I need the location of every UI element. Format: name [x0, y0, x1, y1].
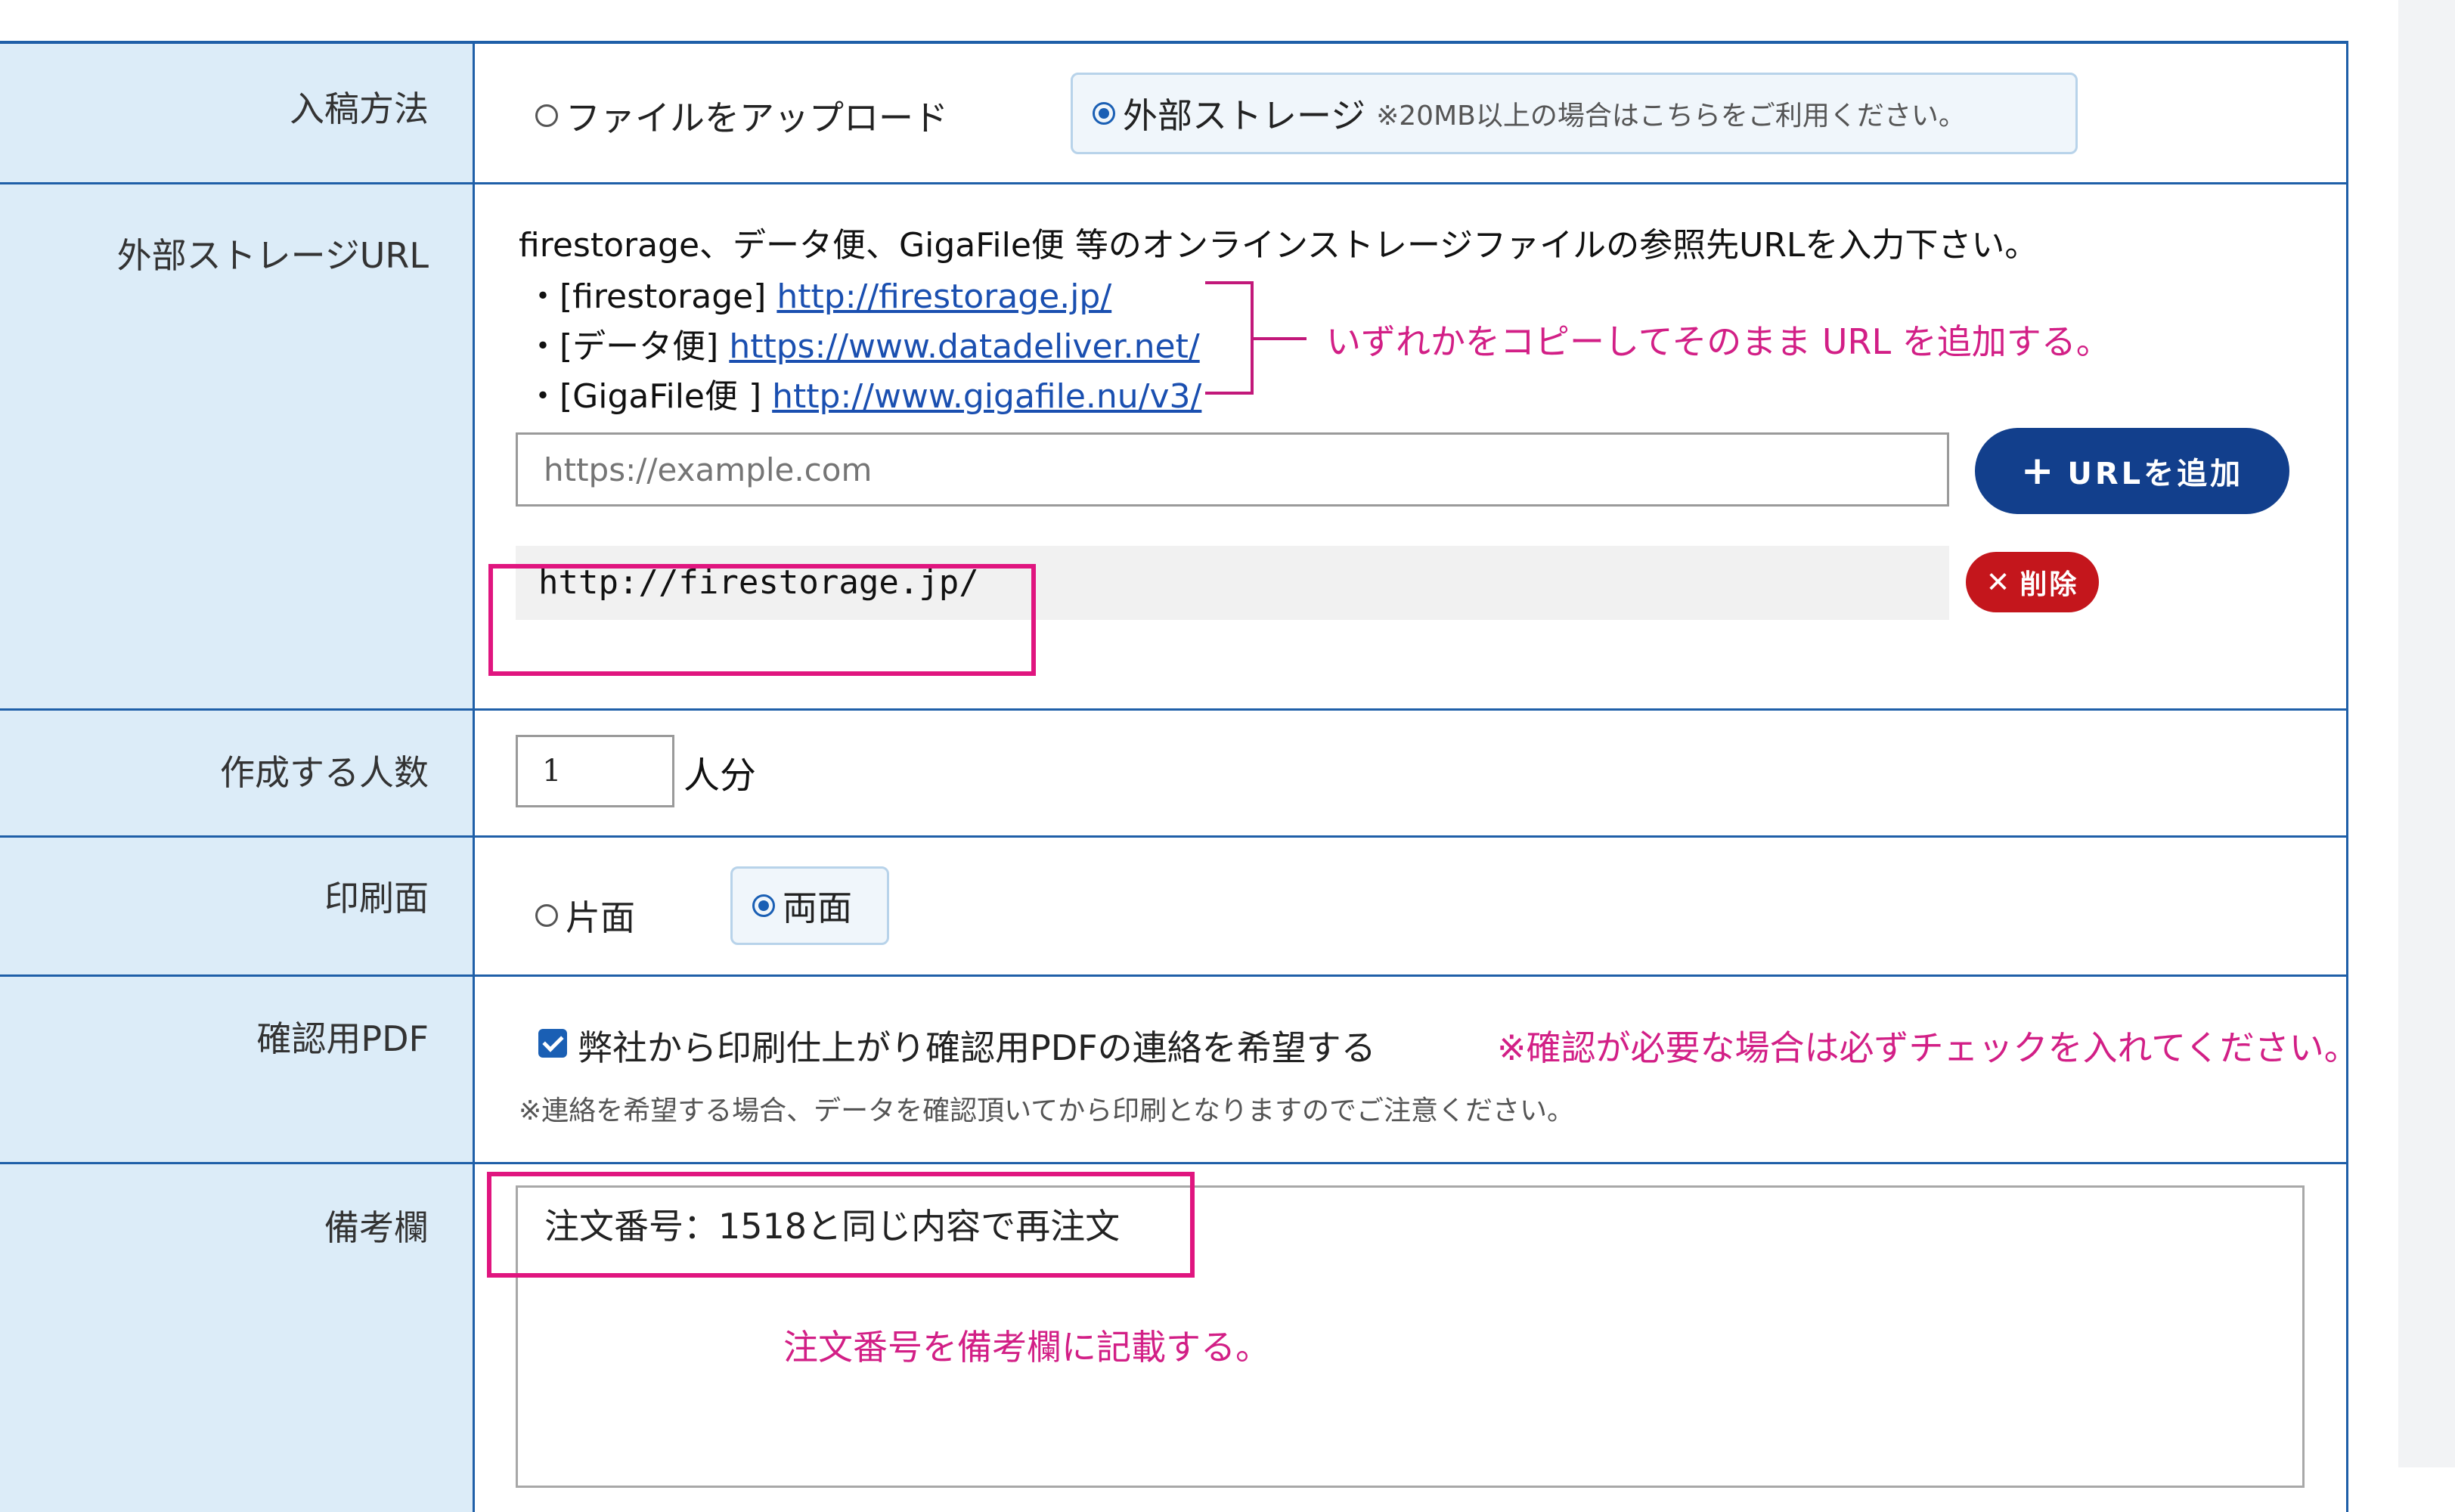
- radio-off-icon: [535, 104, 558, 127]
- confirm-pdf-label: 確認用PDF: [256, 1018, 429, 1059]
- radio-label: 片面: [566, 897, 635, 938]
- external-storage-label: 外部ストレージURL: [116, 235, 429, 276]
- row-upload-method: 入稿方法 ファイルをアップロード 外部ストレージ ※20MB以上の場合はこちらを…: [0, 44, 2348, 184]
- label-cell: 備考欄: [0, 1164, 475, 1512]
- confirm-pdf-checkbox[interactable]: [538, 1029, 567, 1058]
- service-datadeliver: ・[データ便] https://www.datadeliver.net/: [526, 319, 1200, 367]
- service-prefix: ・[データ便]: [526, 327, 730, 366]
- radio-label: ファイルをアップロード: [566, 98, 948, 138]
- row-confirm-pdf: 確認用PDF: [0, 977, 2348, 1164]
- confirm-pdf-checkbox-label[interactable]: 弊社から印刷仕上がり確認用PDFの連絡を希望する: [578, 1021, 1376, 1070]
- delete-url-button[interactable]: ✕ 削除: [1966, 552, 2099, 612]
- people-count-label: 作成する人数: [220, 752, 429, 793]
- label-cell: 入稿方法: [0, 44, 475, 182]
- radio-single-side[interactable]: 片面: [535, 891, 635, 940]
- radio-label: 両面: [783, 888, 852, 928]
- value-cell: 片面 両面: [475, 838, 2348, 974]
- radio-file-upload[interactable]: ファイルをアップロード: [535, 91, 948, 141]
- label-cell: 印刷面: [0, 838, 475, 974]
- service-prefix: ・[GigaFile便 ]: [526, 377, 773, 416]
- label-cell: 作成する人数: [0, 711, 475, 835]
- url-input[interactable]: [516, 432, 1949, 507]
- radio-on-icon: [1093, 102, 1115, 125]
- firestorage-link[interactable]: http://firestorage.jp/: [776, 277, 1111, 316]
- radio-double-side[interactable]: 両面: [730, 866, 889, 945]
- page-gutter: [2398, 0, 2455, 1467]
- radio-on-icon: [752, 894, 775, 917]
- copy-url-annotation: いずれかをコピーしてそのまま URL を追加する。: [1326, 321, 2111, 362]
- gigafile-link[interactable]: http://www.gigafile.nu/v3/: [772, 377, 1201, 416]
- bracket-top: [1205, 281, 1254, 284]
- service-gigafile: ・[GigaFile便 ] http://www.gigafile.nu/v3/: [526, 369, 1201, 417]
- service-firestorage: ・[firestorage] http://firestorage.jp/: [526, 269, 1111, 318]
- added-url-highlight: [488, 564, 1036, 676]
- people-count-unit: 人分: [683, 754, 757, 797]
- delete-label: 削除: [2019, 569, 2079, 600]
- datadeliver-link[interactable]: https://www.datadeliver.net/: [729, 327, 1199, 366]
- radio-off-icon: [535, 904, 558, 927]
- label-cell: 外部ストレージURL: [0, 184, 475, 708]
- radio-label: 外部ストレージ: [1123, 95, 1366, 136]
- people-count-input[interactable]: 1: [516, 735, 674, 807]
- remarks-annotation: 注文番号を備考欄に記載する。: [783, 1327, 1270, 1368]
- row-print-side: 印刷面 片面 両面: [0, 838, 2348, 977]
- add-url-label: URLを追加: [2067, 457, 2244, 491]
- row-people-count: 作成する人数: [0, 711, 2348, 838]
- size-note: ※20MB以上の場合はこちらをご利用ください。: [1376, 101, 1966, 132]
- print-side-label: 印刷面: [324, 878, 429, 919]
- upload-method-label: 入稿方法: [290, 88, 429, 129]
- remarks-highlight: [487, 1172, 1195, 1278]
- value-cell: ファイルをアップロード 外部ストレージ ※20MB以上の場合はこちらをご利用くだ…: [475, 44, 2348, 182]
- radio-external-storage[interactable]: 外部ストレージ ※20MB以上の場合はこちらをご利用ください。: [1071, 73, 2078, 154]
- service-prefix: ・[firestorage]: [526, 277, 777, 316]
- close-icon: ✕: [1985, 565, 2013, 599]
- label-cell: 確認用PDF: [0, 977, 475, 1162]
- bracket-bottom: [1205, 392, 1254, 395]
- bracket-pointer: [1254, 337, 1307, 340]
- storage-description: firestorage、データ便、GigaFile便 等のオンラインストレージフ…: [519, 226, 2038, 265]
- plus-icon: +: [2020, 448, 2057, 494]
- confirm-pdf-annotation: ※確認が必要な場合は必ずチェックを入れてください。: [1497, 1027, 2359, 1068]
- add-url-button[interactable]: + URLを追加: [1975, 428, 2289, 514]
- remarks-label: 備考欄: [324, 1207, 429, 1248]
- confirm-pdf-note: ※連絡を希望する場合、データを確認頂いてから印刷となりますのでご注意ください。: [519, 1095, 1575, 1126]
